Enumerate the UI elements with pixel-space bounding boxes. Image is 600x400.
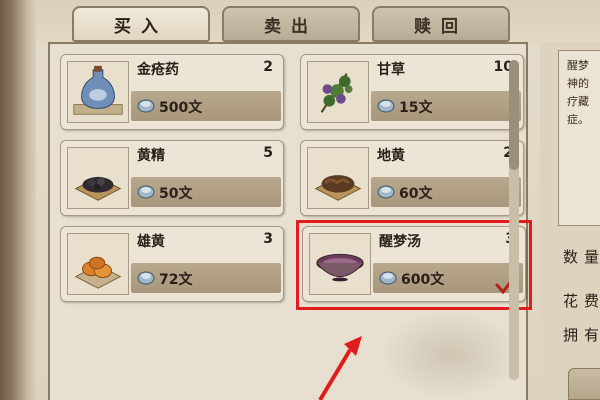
background-bowl-shadow xyxy=(380,310,520,400)
owned-label: 拥有 xyxy=(563,326,600,344)
dihuang-herb-icon xyxy=(307,147,369,209)
item-price: 60文 xyxy=(399,186,433,202)
confirm-button[interactable] xyxy=(568,368,600,400)
item-price: 600文 xyxy=(401,272,445,288)
description-line: 症。 xyxy=(567,113,589,126)
soup-bowl-icon xyxy=(309,233,371,295)
silver-coin-icon xyxy=(379,271,397,285)
silver-coin-icon xyxy=(377,99,395,113)
item-card-dihuang[interactable]: 地黄 2 60文 xyxy=(300,140,524,216)
tab-buy[interactable]: 买入 xyxy=(72,6,210,42)
item-card-huangjing[interactable]: 黄精 5 50文 xyxy=(60,140,284,216)
item-card-gancao[interactable]: 甘草 10 15文 xyxy=(300,54,524,130)
silver-coin-icon xyxy=(137,271,155,285)
licorice-herb-icon xyxy=(307,61,369,123)
red-arrow-icon xyxy=(318,336,362,400)
scrollbar-track[interactable] xyxy=(509,60,519,380)
medicine-bottle-icon xyxy=(67,61,129,123)
item-price: 15文 xyxy=(399,100,433,116)
scrollbar-thumb[interactable] xyxy=(509,60,519,170)
item-quantity: 3 xyxy=(263,231,273,247)
realgar-icon xyxy=(67,233,129,295)
huangjing-herb-icon xyxy=(67,147,129,209)
description-line: 醒梦 xyxy=(567,59,589,72)
book-spine xyxy=(0,0,36,400)
item-price: 72文 xyxy=(159,272,193,288)
item-card-xionghuang[interactable]: 雄黄 3 72文 xyxy=(60,226,284,302)
item-name: 地黄 xyxy=(377,148,405,164)
description-line: 神的 xyxy=(567,77,589,90)
item-card-xingmengtang[interactable]: 醒梦汤 3 600文 xyxy=(302,226,526,302)
item-name: 醒梦汤 xyxy=(379,234,421,250)
item-quantity: 2 xyxy=(263,59,273,75)
description-line: 疗藏 xyxy=(567,95,589,108)
item-price: 50文 xyxy=(159,186,193,202)
item-quantity: 5 xyxy=(263,145,273,161)
item-name: 黄精 xyxy=(137,148,165,164)
cost-label: 花费 xyxy=(563,292,600,310)
silver-coin-icon xyxy=(137,185,155,199)
item-description: 醒梦 神的 疗藏 症。 xyxy=(558,50,600,226)
silver-coin-icon xyxy=(377,185,395,199)
quantity-label: 数量 xyxy=(563,248,600,266)
item-name: 甘草 xyxy=(377,62,405,78)
item-card-jinchuangyao[interactable]: 金疮药 2 500文 xyxy=(60,54,284,130)
item-name: 金疮药 xyxy=(137,62,179,78)
item-name: 雄黄 xyxy=(137,234,165,250)
tab-redeem[interactable]: 赎回 xyxy=(372,6,510,42)
item-price: 500文 xyxy=(159,100,203,116)
silver-coin-icon xyxy=(137,99,155,113)
tab-sell[interactable]: 卖出 xyxy=(222,6,360,42)
